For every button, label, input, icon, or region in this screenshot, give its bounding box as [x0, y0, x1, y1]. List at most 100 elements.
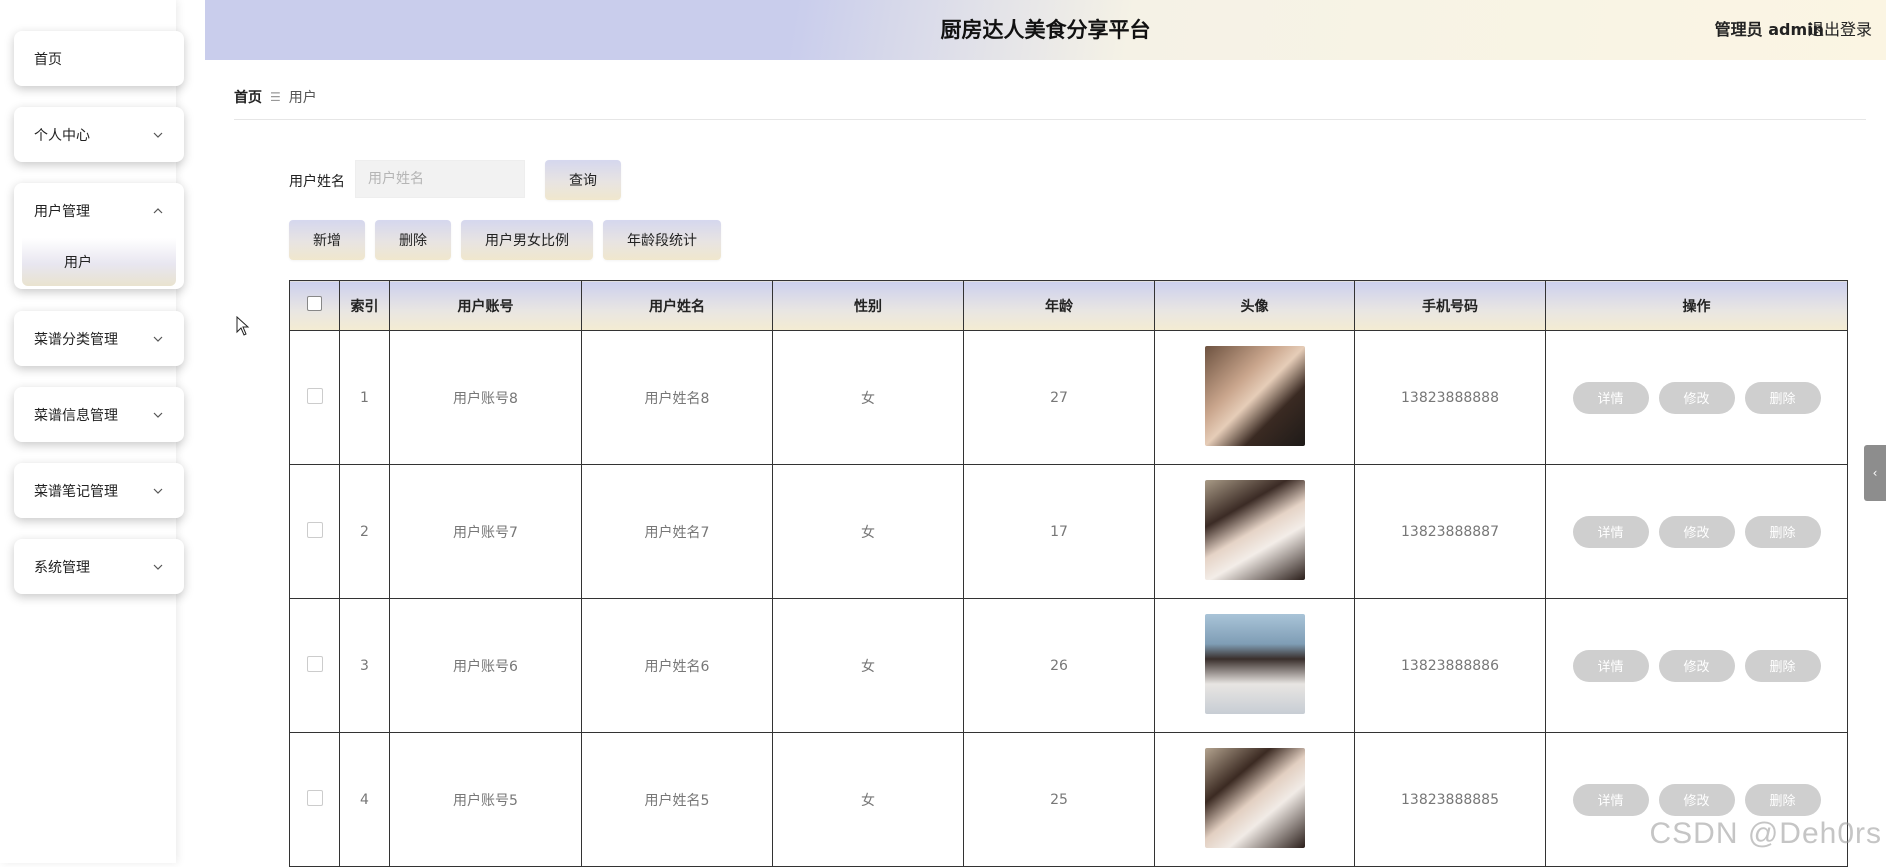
- cell-avatar: [1154, 464, 1355, 599]
- edit-button[interactable]: 修改: [1658, 783, 1735, 816]
- cell-avatar: [1154, 598, 1355, 733]
- cell-phone: 13823888885: [1354, 732, 1546, 867]
- delete-button[interactable]: 删除: [1744, 649, 1821, 682]
- cell-actions: 详情 修改 删除: [1545, 598, 1848, 733]
- row-select-cell: [289, 598, 340, 733]
- column-header: 手机号码: [1354, 280, 1546, 331]
- search-input[interactable]: [355, 160, 525, 198]
- cell-name: 用户姓名5: [581, 732, 773, 867]
- sidebar-item-recipe-notes[interactable]: 菜谱笔记管理: [14, 463, 184, 518]
- add-button[interactable]: 新增: [289, 220, 365, 260]
- cell-name: 用户姓名6: [581, 598, 773, 733]
- detail-button[interactable]: 详情: [1572, 515, 1649, 548]
- cell-index: 4: [339, 732, 390, 867]
- sidebar-item-label: 个人中心: [34, 127, 90, 144]
- table-row: 3 用户账号6 用户姓名6 女 26 13823888886 详情 修改 删除: [289, 598, 1848, 733]
- edit-button[interactable]: 修改: [1658, 381, 1735, 414]
- batch-delete-button[interactable]: 删除: [375, 220, 451, 260]
- sidebar-item-user-management[interactable]: 用户管理: [14, 183, 184, 238]
- table-row: 4 用户账号5 用户姓名5 女 25 13823888885 详情 修改 删除: [289, 732, 1848, 867]
- cell-index: 1: [339, 330, 390, 465]
- row-select-cell: [289, 464, 340, 599]
- cell-actions: 详情 修改 删除: [1545, 464, 1848, 599]
- column-header: 索引: [339, 280, 390, 331]
- avatar: [1204, 613, 1305, 714]
- cell-gender: 女: [772, 732, 964, 867]
- chevron-down-icon: [152, 333, 164, 345]
- user-table: 索引 用户账号 用户姓名 性别 年龄 头像 手机号码 操作 1 用户账号8 用户…: [289, 280, 1848, 867]
- cell-phone: 13823888888: [1354, 330, 1546, 465]
- sidebar-item-recipe-category[interactable]: 菜谱分类管理: [14, 311, 184, 366]
- chevron-left-icon: ‹: [1872, 466, 1878, 480]
- cell-name: 用户姓名7: [581, 464, 773, 599]
- logout-link[interactable]: 退出登录: [1808, 16, 1872, 40]
- sidebar-item-label: 用户管理: [34, 203, 90, 220]
- chevron-down-icon: [152, 409, 164, 421]
- chevron-down-icon: [152, 561, 164, 573]
- cell-actions: 详情 修改 删除: [1545, 330, 1848, 465]
- cell-index: 3: [339, 598, 390, 733]
- cell-age: 25: [963, 732, 1155, 867]
- row-checkbox[interactable]: [306, 789, 323, 806]
- row-checkbox[interactable]: [306, 387, 323, 404]
- sidebar-subitem-label: 用户: [64, 255, 92, 271]
- gender-ratio-button[interactable]: 用户男女比例: [461, 220, 593, 260]
- divider: [234, 119, 1866, 120]
- select-all-checkbox[interactable]: [307, 296, 322, 311]
- watermark: CSDN @Deh0rs: [1649, 817, 1882, 850]
- cell-account: 用户账号8: [389, 330, 582, 465]
- cell-gender: 女: [772, 330, 964, 465]
- app-title: 厨房达人美食分享平台: [940, 18, 1151, 42]
- sidebar-item-label: 菜谱笔记管理: [34, 483, 118, 500]
- table-row: 2 用户账号7 用户姓名7 女 17 13823888887 详情 修改 删除: [289, 464, 1848, 599]
- avatar: [1204, 345, 1305, 446]
- row-checkbox[interactable]: [306, 655, 323, 672]
- cell-phone: 13823888887: [1354, 464, 1546, 599]
- sidebar-subitem-user[interactable]: 用户: [22, 238, 176, 286]
- sidebar-item-label: 系统管理: [34, 559, 90, 576]
- row-checkbox[interactable]: [306, 521, 323, 538]
- search-label: 用户姓名: [289, 174, 345, 190]
- age-stats-button[interactable]: 年龄段统计: [603, 220, 721, 260]
- column-header: 用户姓名: [581, 280, 773, 331]
- side-drawer-handle[interactable]: ‹: [1864, 445, 1886, 501]
- chevron-down-icon: [152, 129, 164, 141]
- cell-gender: 女: [772, 464, 964, 599]
- breadcrumb-home[interactable]: 首页: [234, 87, 262, 107]
- cell-index: 2: [339, 464, 390, 599]
- sidebar-item-personal-center[interactable]: 个人中心: [14, 107, 184, 162]
- cell-age: 26: [963, 598, 1155, 733]
- mouse-cursor-icon: [236, 316, 250, 336]
- row-select-cell: [289, 732, 340, 867]
- edit-button[interactable]: 修改: [1658, 515, 1735, 548]
- delete-button[interactable]: 删除: [1744, 783, 1821, 816]
- column-header: 性别: [772, 280, 964, 331]
- cell-age: 27: [963, 330, 1155, 465]
- cell-account: 用户账号7: [389, 464, 582, 599]
- sidebar-item-label: 菜谱信息管理: [34, 407, 118, 424]
- search-button[interactable]: 查询: [545, 160, 621, 200]
- breadcrumb-current: 用户: [288, 90, 317, 106]
- delete-button[interactable]: 删除: [1744, 381, 1821, 414]
- sidebar: 首页 个人中心 用户管理 用户 菜谱分类管理 菜谱信息管理 菜谱笔记管理 系统管…: [0, 0, 184, 863]
- breadcrumb: 首页 ☰ 用户: [234, 87, 317, 107]
- column-header: 操作: [1545, 280, 1848, 331]
- edit-button[interactable]: 修改: [1658, 649, 1735, 682]
- cell-account: 用户账号6: [389, 598, 582, 733]
- sidebar-group-user-management: 用户管理 用户: [14, 183, 184, 289]
- sidebar-item-label: 菜谱分类管理: [34, 331, 118, 348]
- table-row: 1 用户账号8 用户姓名8 女 27 13823888888 详情 修改 删除: [289, 330, 1848, 465]
- sidebar-item-recipe-info[interactable]: 菜谱信息管理: [14, 387, 184, 442]
- cell-gender: 女: [772, 598, 964, 733]
- detail-button[interactable]: 详情: [1572, 381, 1649, 414]
- chevron-down-icon: [152, 485, 164, 497]
- cell-name: 用户姓名8: [581, 330, 773, 465]
- detail-button[interactable]: 详情: [1572, 783, 1649, 816]
- sidebar-item-home[interactable]: 首页: [14, 31, 184, 86]
- sidebar-item-system[interactable]: 系统管理: [14, 539, 184, 594]
- delete-button[interactable]: 删除: [1744, 515, 1821, 548]
- column-header: 年龄: [963, 280, 1155, 331]
- cell-avatar: [1154, 732, 1355, 867]
- detail-button[interactable]: 详情: [1572, 649, 1649, 682]
- table-header-row: 索引 用户账号 用户姓名 性别 年龄 头像 手机号码 操作: [289, 280, 1848, 331]
